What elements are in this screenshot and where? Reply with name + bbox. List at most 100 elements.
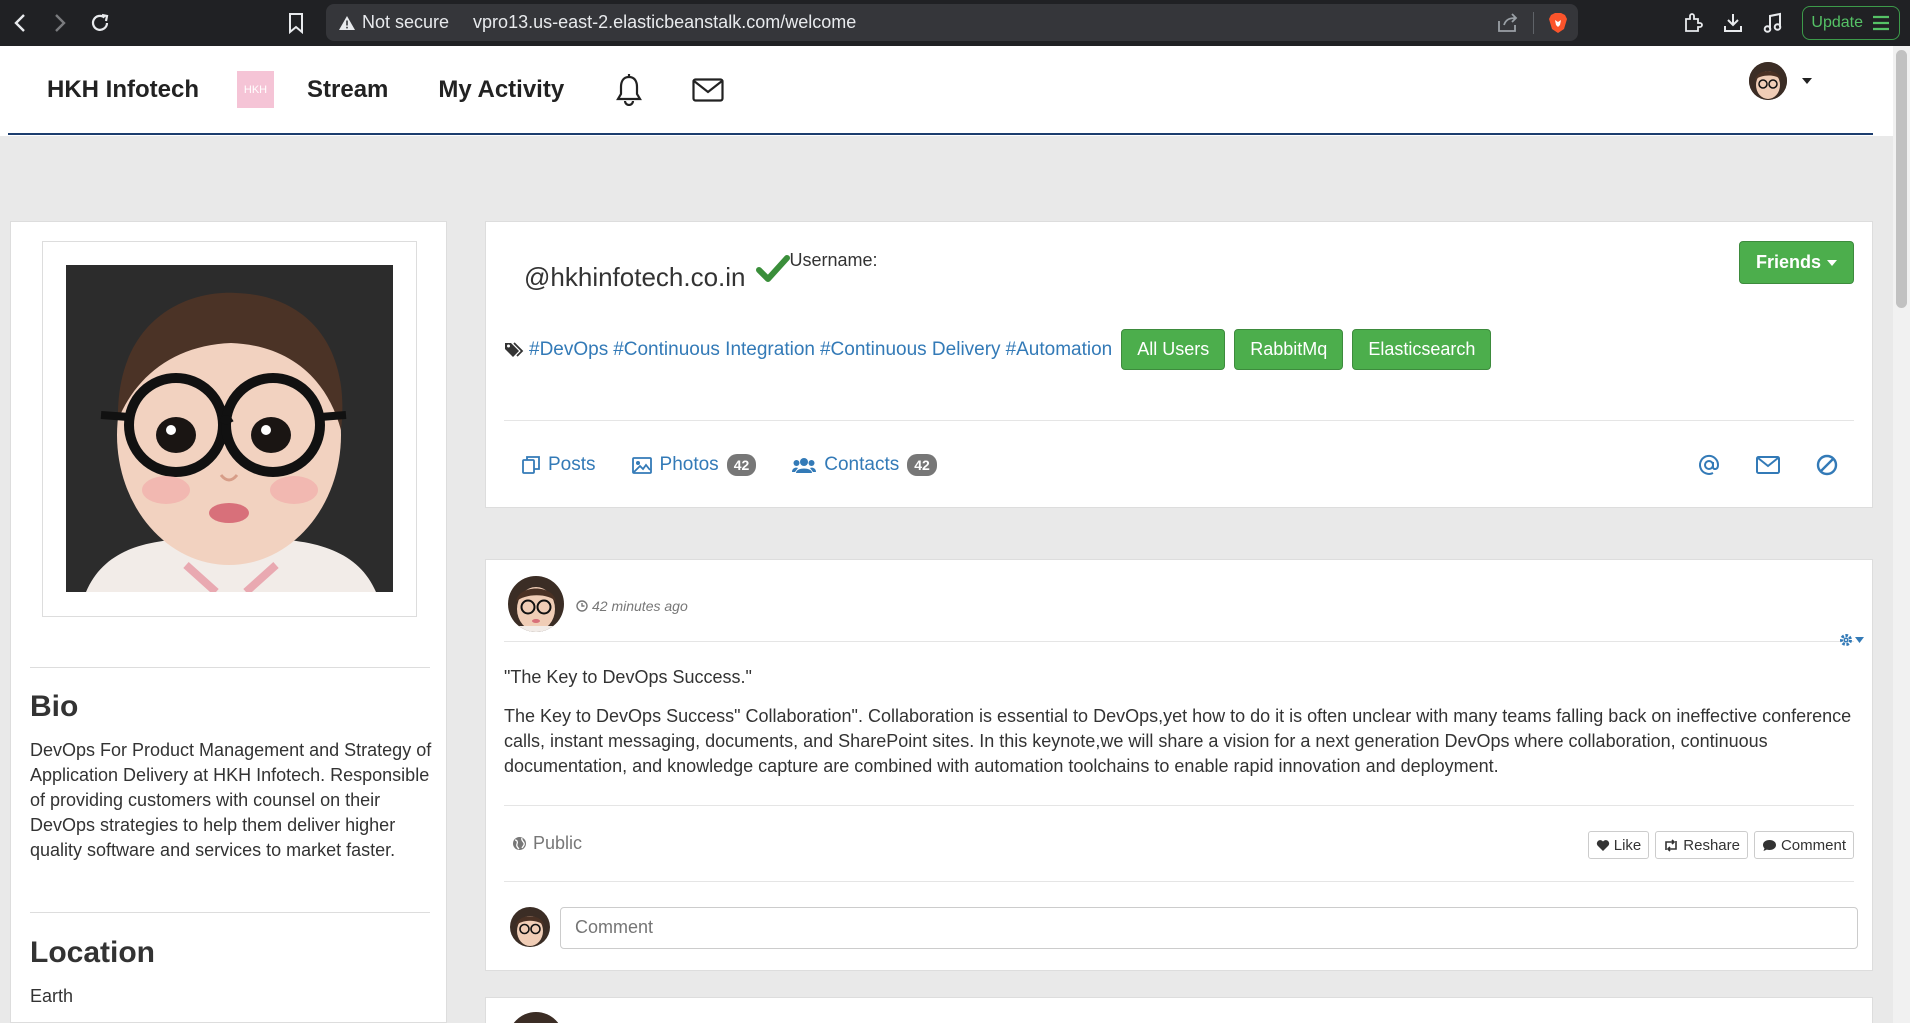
browser-toolbar: Not secure vpro13.us-east-2.elasticbeans… [0,0,1910,46]
tab-posts[interactable]: Posts [522,454,596,476]
caret-down-icon [1801,77,1813,85]
post-actions: Like Reshare Comment [1587,831,1854,859]
profile-handle-row: @hkhinfotech.co.in Username: [524,250,878,293]
url-divider [1533,11,1534,34]
profile-photo-frame [42,241,417,617]
security-label: Not secure [362,12,450,32]
post-time-text: 42 minutes ago [592,598,688,614]
location-heading: Location [30,936,155,969]
checkmark-icon [755,254,790,284]
bio-text: DevOps For Product Management and Strate… [30,740,432,860]
divider [504,805,1854,806]
menu-icon [1871,15,1891,31]
aspect-button-all-users[interactable]: All Users [1121,329,1226,370]
profile-tabs: Posts Photos 42 Contacts 42 [522,454,937,476]
tab-posts-label: Posts [548,454,596,475]
heart-icon [1596,839,1610,852]
profile-photo[interactable] [66,265,393,592]
warning-icon [338,15,356,31]
post-timestamp[interactable]: 42 minutes ago [576,598,688,614]
url-path: /welcome [780,12,857,32]
clock-icon [576,600,588,612]
posts-icon [522,456,540,474]
tag-link[interactable]: #Continuous Delivery [820,339,1001,361]
avatar[interactable] [508,1012,564,1023]
divider [30,912,430,913]
aspect-button-elasticsearch[interactable]: Elasticsearch [1352,329,1492,370]
post-options-menu[interactable] [1839,633,1864,647]
bell-icon[interactable] [614,73,644,106]
reload-button[interactable] [80,0,120,46]
scrollbar-thumb[interactable] [1896,50,1907,308]
globe-icon [512,836,527,851]
tab-photos[interactable]: Photos 42 [631,454,757,476]
brave-shield-icon[interactable] [1548,12,1568,34]
download-icon[interactable] [1722,12,1744,34]
aspect-button-rabbitmq[interactable]: RabbitMq [1234,329,1344,370]
post-body: The Key to DevOps Success" Collaboration… [504,706,1852,776]
like-button[interactable]: Like [1587,831,1650,859]
bookmark-button[interactable] [276,0,316,46]
image-icon [631,456,652,474]
avatar[interactable] [508,576,564,632]
media-icon[interactable] [1762,12,1784,34]
like-label: Like [1613,836,1642,854]
extensions-icon[interactable] [1682,12,1704,34]
friends-button[interactable]: Friends [1738,241,1854,284]
tag-link[interactable]: #Automation [1006,339,1113,361]
update-button[interactable]: Update [1802,6,1900,40]
envelope-icon[interactable] [692,77,724,102]
caret-down-icon [1827,259,1837,266]
post-visibility: Public [512,833,582,854]
mention-icon[interactable] [1698,454,1720,476]
app-navbar: HKH Infotech HKH Stream My Activity [0,46,1893,136]
page-scrollbar[interactable] [1893,46,1910,1023]
avatar [1749,62,1787,100]
update-label: Update [1811,14,1863,31]
forward-arrow-icon [53,13,67,33]
url-text: vpro13.us-east-2.elasticbeanstalk.com/we… [473,12,856,33]
tags-icon [504,341,524,359]
avatar [510,907,550,947]
profile-handle: @hkhinfotech.co.in [524,262,746,292]
caret-down-icon [1855,637,1864,643]
forward-button[interactable] [40,0,80,46]
comment-icon [1762,839,1777,852]
tags-row: #DevOps #Continuous Integration #Continu… [504,329,1492,370]
users-icon [792,457,817,474]
comment-button[interactable]: Comment [1753,831,1854,859]
nav-my-activity[interactable]: My Activity [438,76,564,104]
share-icon[interactable] [1497,12,1519,33]
back-button[interactable] [0,0,40,46]
brand-logo[interactable]: HKH [237,71,274,108]
address-bar[interactable]: Not secure vpro13.us-east-2.elasticbeans… [326,4,1578,41]
user-menu[interactable] [1749,62,1813,100]
visibility-label: Public [533,833,583,853]
reshare-button[interactable]: Reshare [1655,831,1748,859]
gear-icon [1839,633,1853,647]
comment-label: Comment [1780,836,1846,854]
security-indicator[interactable]: Not secure [338,12,449,33]
divider [504,641,1854,642]
tag-link[interactable]: #Continuous Integration [613,339,815,361]
bio-heading: Bio [30,690,79,723]
nav-stream[interactable]: Stream [307,76,388,104]
reshare-label: Reshare [1683,836,1740,854]
tab-contacts-label: Contacts [824,454,900,475]
comment-input[interactable] [560,907,1858,949]
back-arrow-icon [13,13,27,33]
tab-contacts[interactable]: Contacts 42 [792,454,937,476]
username-label: Username: [789,250,878,270]
location-value: Earth [30,986,74,1006]
message-icon[interactable] [1756,456,1780,474]
post-title: "The Key to DevOps Success." [504,667,752,687]
profile-header: @hkhinfotech.co.in Username: Friends #De… [485,221,1873,508]
block-icon[interactable] [1816,454,1838,476]
brand-link[interactable]: HKH Infotech [47,76,199,104]
tab-photos-label: Photos [659,454,719,475]
tag-link[interactable]: #DevOps [529,339,608,361]
divider [504,420,1854,421]
bookmark-icon [288,12,304,34]
friends-button-label: Friends [1755,252,1821,272]
divider [30,667,430,668]
